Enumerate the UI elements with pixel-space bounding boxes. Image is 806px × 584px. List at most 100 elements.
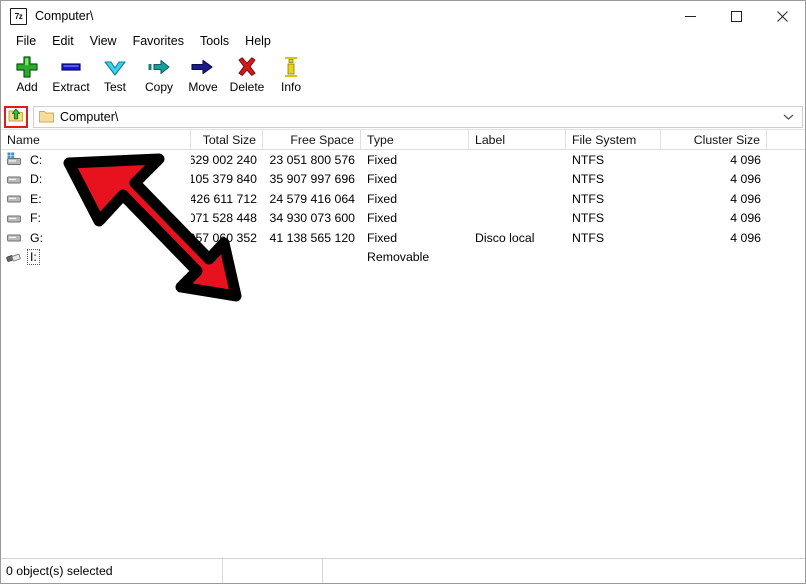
hard-drive-icon	[6, 230, 23, 245]
hard-drive-icon	[6, 191, 23, 206]
hard-drive-icon	[6, 172, 23, 187]
row-name-cell[interactable]: I:	[1, 248, 191, 267]
column-headers: Name Total Size Free Space Type Label Fi…	[1, 129, 805, 150]
delete-button[interactable]: Delete	[225, 54, 269, 100]
row-free-space	[263, 248, 361, 267]
row-name-cell[interactable]: C:	[1, 150, 191, 169]
row-cluster-size: 4 096	[730, 211, 761, 226]
up-one-level-button[interactable]	[4, 105, 28, 128]
address-path: Computer\	[60, 109, 119, 124]
extract-icon	[58, 54, 84, 80]
row-type: Fixed	[367, 172, 398, 187]
column-header-name[interactable]: Name	[1, 130, 191, 150]
chevron-down-icon[interactable]	[783, 107, 794, 127]
move-button[interactable]: Move	[181, 54, 225, 100]
row-file-system: NTFS	[572, 191, 605, 206]
file-list[interactable]: C: 152 629 002 240 23 051 800 576 Fixed …	[1, 150, 805, 558]
table-row[interactable]: C: 152 629 002 240 23 051 800 576 Fixed …	[1, 150, 805, 170]
title-bar: 7z Computer\	[1, 1, 805, 31]
row-type: Fixed	[367, 211, 398, 226]
row-cluster-size: 4 096	[730, 172, 761, 187]
delete-x-icon	[235, 54, 259, 80]
menu-item-favorites[interactable]: Favorites	[125, 32, 192, 51]
row-type: Fixed	[367, 230, 398, 245]
row-name-cell[interactable]: E:	[1, 189, 191, 208]
folder-icon	[39, 110, 54, 123]
address-field[interactable]: Computer\	[33, 105, 803, 128]
row-cluster-size: 4 096	[730, 152, 761, 167]
row-name-cell[interactable]: D:	[1, 170, 191, 189]
info-label: Info	[280, 80, 301, 94]
copy-arrow-icon	[146, 54, 172, 80]
extract-label: Extract	[52, 80, 90, 94]
row-label	[469, 189, 566, 208]
menu-item-file[interactable]: File	[8, 32, 44, 51]
row-name-cell[interactable]: G:	[1, 228, 191, 247]
info-icon	[280, 54, 302, 80]
check-chevron-icon	[102, 54, 128, 80]
column-header-cluster-size[interactable]: Cluster Size	[661, 130, 767, 150]
table-row[interactable]: G: 957 060 352 41 138 565 120 Fixed Disc…	[1, 228, 805, 248]
menu-bar: File Edit View Favorites Tools Help	[1, 31, 805, 52]
row-cluster-size: 4 096	[730, 191, 761, 206]
row-total-size: 152 629 002 240	[191, 152, 257, 167]
row-file-system: NTFS	[572, 230, 605, 245]
table-row[interactable]: D: 500 105 379 840 35 907 997 696 Fixed …	[1, 170, 805, 190]
toolbar: Add Extract Test Copy Move Delete Info	[1, 52, 805, 104]
add-label: Add	[16, 80, 38, 94]
column-header-type[interactable]: Type	[361, 130, 469, 150]
menu-item-view[interactable]: View	[82, 32, 125, 51]
test-button[interactable]: Test	[93, 54, 137, 100]
row-name-label: E:	[30, 191, 42, 206]
maximize-icon[interactable]	[713, 1, 759, 31]
move-arrow-icon	[190, 54, 216, 80]
row-name-label: F:	[30, 211, 41, 226]
test-label: Test	[103, 80, 126, 94]
row-name-label: I:	[27, 249, 40, 266]
menu-item-edit[interactable]: Edit	[44, 32, 82, 51]
row-file-system	[566, 248, 661, 267]
menu-item-help[interactable]: Help	[237, 32, 279, 51]
window-title: Computer\	[35, 9, 94, 23]
info-button[interactable]: Info	[269, 54, 313, 100]
row-type: Fixed	[367, 191, 398, 206]
row-free-space: 35 907 997 696	[269, 172, 355, 187]
status-selection: 0 object(s) selected	[1, 559, 223, 583]
close-icon[interactable]	[759, 1, 805, 31]
minimize-icon[interactable]	[667, 1, 713, 31]
row-name-cell[interactable]: F:	[1, 209, 191, 228]
row-cluster-size	[661, 248, 767, 267]
system-drive-icon	[6, 152, 23, 167]
table-row[interactable]: I: Removable	[1, 248, 805, 268]
row-free-space: 24 579 416 064	[269, 191, 355, 206]
status-bar: 0 object(s) selected	[1, 558, 805, 583]
column-header-free-space[interactable]: Free Space	[263, 130, 361, 150]
delete-label: Delete	[229, 80, 265, 94]
row-type: Fixed	[367, 152, 398, 167]
column-header-total-size[interactable]: Total Size	[191, 130, 263, 150]
row-total-size: 500 105 379 840	[191, 172, 257, 187]
table-row[interactable]: E: 166 426 611 712 24 579 416 064 Fixed …	[1, 189, 805, 209]
menu-item-tools[interactable]: Tools	[192, 32, 237, 51]
row-label	[469, 170, 566, 189]
row-total-size	[191, 248, 263, 267]
window-controls	[667, 1, 805, 31]
row-file-system: NTFS	[572, 152, 605, 167]
row-name-label: C:	[30, 152, 43, 167]
row-label	[469, 150, 566, 169]
extract-button[interactable]: Extract	[49, 54, 93, 100]
move-label: Move	[188, 80, 218, 94]
column-header-label[interactable]: Label	[469, 130, 566, 150]
column-header-file-system[interactable]: File System	[566, 130, 661, 150]
row-total-size: 320 071 528 448	[191, 211, 257, 226]
row-free-space: 23 051 800 576	[269, 152, 355, 167]
copy-button[interactable]: Copy	[137, 54, 181, 100]
seven-zip-window: 7z Computer\ File Edit View Favorites To…	[0, 0, 806, 584]
row-name-label: G:	[30, 230, 43, 245]
row-label	[469, 209, 566, 228]
table-row[interactable]: F: 320 071 528 448 34 930 073 600 Fixed …	[1, 209, 805, 229]
up-one-level-icon	[8, 107, 24, 126]
row-type: Removable	[367, 250, 430, 265]
add-button[interactable]: Add	[5, 54, 49, 100]
row-file-system: NTFS	[572, 172, 605, 187]
